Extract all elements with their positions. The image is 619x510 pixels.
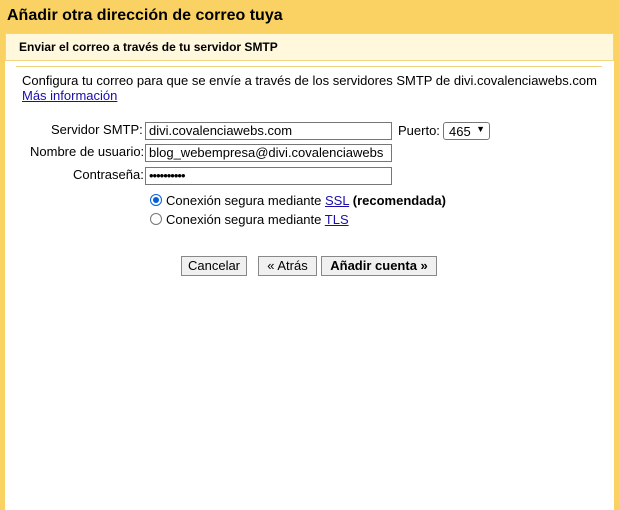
section-header: Enviar el correo a través de tu servidor… — [5, 33, 614, 61]
add-account-button[interactable]: Añadir cuenta » — [321, 256, 437, 276]
port-label: Puerto: — [398, 123, 440, 138]
ssl-recommended: (recomendada) — [352, 193, 446, 208]
port-value: 465 — [449, 124, 471, 139]
ssl-option-label: Conexión segura mediante SSL (recomendad… — [166, 193, 446, 208]
password-label: Contraseña: — [73, 167, 144, 182]
ssl-prefix: Conexión segura mediante — [166, 193, 322, 208]
chevron-down-icon: ▼ — [476, 124, 485, 134]
ssl-radio[interactable] — [150, 194, 162, 206]
dialog-title: Añadir otra dirección de correo tuya — [7, 7, 283, 24]
smtp-server-input[interactable]: divi.covalenciawebs.com — [145, 122, 392, 140]
password-input[interactable]: •••••••••• — [145, 167, 392, 185]
ssl-link[interactable]: SSL — [325, 193, 349, 208]
username-label: Nombre de usuario: — [30, 144, 145, 159]
divider — [16, 66, 602, 67]
cancel-button[interactable]: Cancelar — [181, 256, 247, 276]
smtp-server-label: Servidor SMTP: — [51, 122, 143, 137]
tls-prefix: Conexión segura mediante — [166, 212, 322, 227]
more-info-link[interactable]: Más información — [22, 88, 117, 103]
tls-link[interactable]: TLS — [325, 212, 349, 227]
port-select[interactable]: 465 ▼ — [443, 122, 490, 140]
description-text: Configura tu correo para que se envíe a … — [22, 73, 597, 88]
dialog-panel: Enviar el correo a través de tu servidor… — [5, 33, 614, 510]
tls-radio[interactable] — [150, 213, 162, 225]
section-title: Enviar el correo a través de tu servidor… — [19, 40, 278, 54]
dialog-titlebar: Añadir otra dirección de correo tuya — [0, 0, 619, 33]
username-input[interactable]: blog_webempresa@divi.covalenciawebs — [145, 144, 392, 162]
back-button[interactable]: « Atrás — [258, 256, 317, 276]
tls-option-label: Conexión segura mediante TLS — [166, 212, 349, 227]
